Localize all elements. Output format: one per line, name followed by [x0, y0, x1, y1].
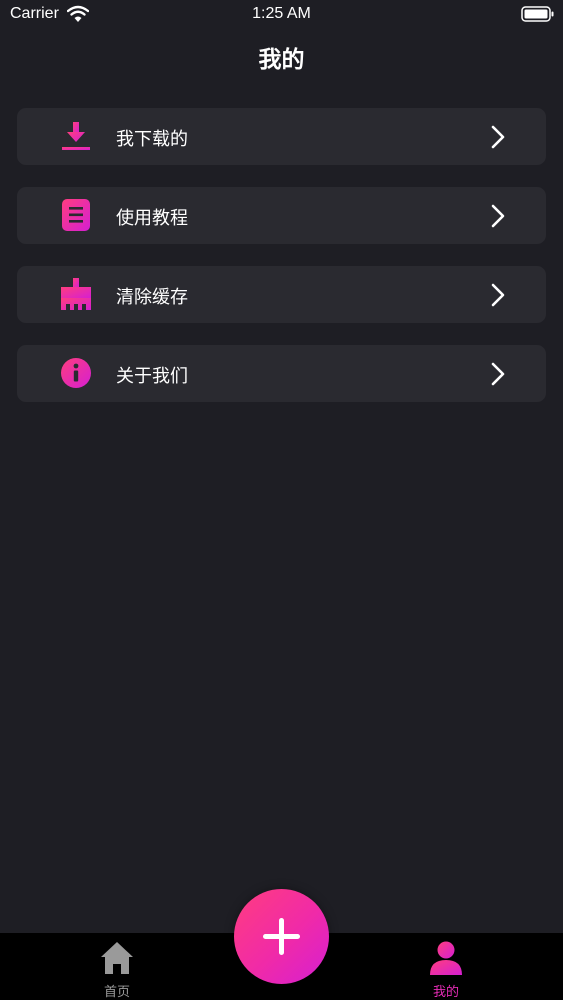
battery-icon: [521, 6, 554, 22]
status-bar: Carrier 1:25 AM: [0, 0, 563, 30]
plus-icon: [263, 918, 300, 955]
person-icon: [430, 941, 462, 975]
tab-label: 首页: [103, 985, 130, 1000]
chevron-right-icon: [491, 283, 505, 307]
menu-item-downloads[interactable]: 我下载的: [17, 108, 546, 165]
tab-label: 我的: [432, 985, 459, 1000]
clock: 1:25 AM: [252, 5, 311, 22]
tab-home[interactable]: 首页: [57, 933, 177, 1000]
menu-item-clear-cache[interactable]: 清除缓存: [17, 266, 546, 323]
chevron-right-icon: [491, 362, 505, 386]
home-icon: [101, 942, 133, 974]
info-icon: [61, 358, 91, 388]
menu-item-label: 关于我们: [116, 366, 188, 387]
download-icon: [62, 122, 90, 150]
document-icon: [62, 199, 90, 231]
add-button[interactable]: [234, 889, 329, 984]
broom-icon: [61, 278, 91, 310]
menu-list: 我下载的 使用教程 清除缓存 关于我们: [17, 108, 546, 424]
tab-mine[interactable]: 我的: [386, 933, 506, 1000]
menu-item-label: 我下载的: [116, 129, 188, 150]
menu-item-tutorial[interactable]: 使用教程: [17, 187, 546, 244]
page-title: 我的: [258, 47, 305, 73]
menu-item-label: 清除缓存: [116, 287, 188, 308]
chevron-right-icon: [491, 125, 505, 149]
chevron-right-icon: [491, 204, 505, 228]
menu-item-about[interactable]: 关于我们: [17, 345, 546, 402]
menu-item-label: 使用教程: [116, 208, 188, 229]
